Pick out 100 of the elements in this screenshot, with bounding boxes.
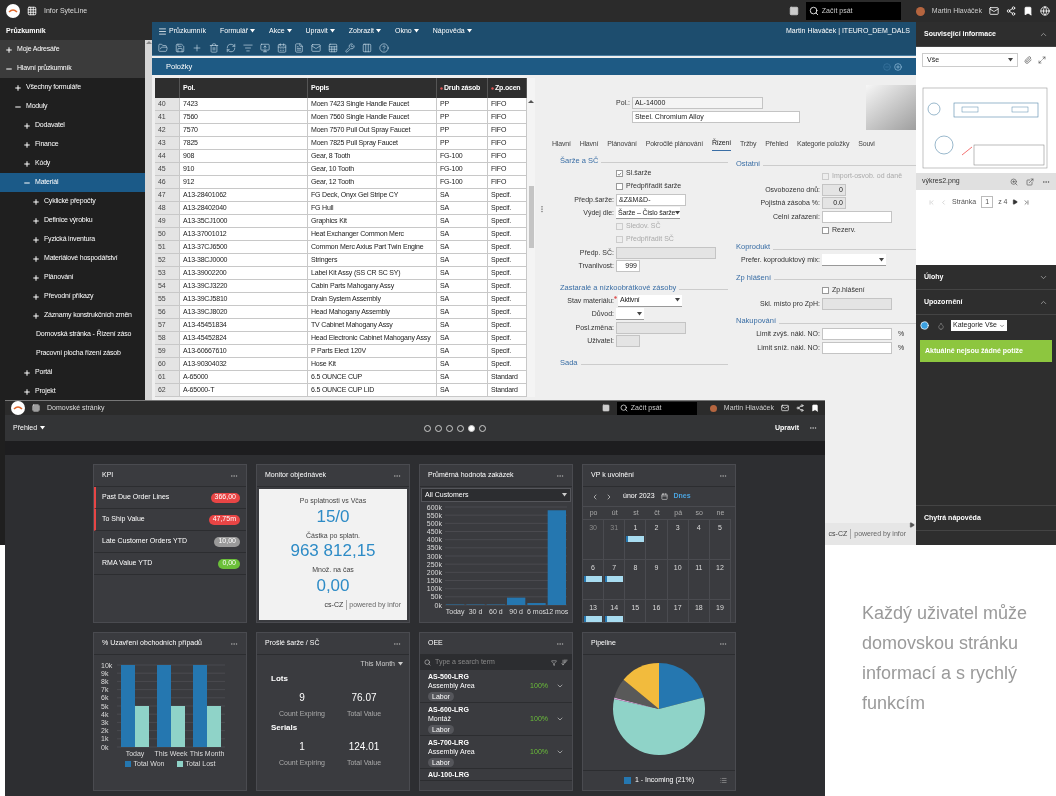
- plus-icon[interactable]: [32, 235, 40, 244]
- plus-icon[interactable]: [23, 387, 31, 396]
- legend-swatch: [124, 761, 131, 768]
- monitor-icon[interactable]: [260, 42, 270, 53]
- refresh-icon[interactable]: [226, 42, 236, 53]
- plus-icon[interactable]: [32, 216, 40, 225]
- bookmark-icon[interactable]: [1023, 6, 1033, 16]
- caret-icon: [466, 29, 472, 33]
- globe-icon[interactable]: [1040, 6, 1050, 16]
- caret-icon: [413, 29, 419, 33]
- event-bar[interactable]: [584, 575, 603, 582]
- columns-icon[interactable]: [362, 42, 372, 53]
- search-icon: [424, 659, 431, 666]
- logo-icon: [6, 4, 20, 18]
- external-link-icon[interactable]: [1026, 177, 1034, 186]
- stop-icon[interactable]: [601, 404, 610, 412]
- stat-value: 124.01: [348, 740, 380, 754]
- event-bar[interactable]: [626, 535, 645, 542]
- apps-grid-icon[interactable]: [32, 404, 40, 412]
- text-field[interactable]: [822, 341, 892, 354]
- event-bar[interactable]: [605, 575, 624, 582]
- zoom-icon[interactable]: [1010, 177, 1018, 186]
- caret-icon: [398, 662, 403, 667]
- plus-icon[interactable]: [32, 311, 40, 320]
- chevron-down-icon: [999, 322, 1005, 329]
- caret-icon: [329, 29, 335, 33]
- menu-icon: [158, 26, 167, 36]
- splitter-handle-icon[interactable]: [538, 205, 546, 213]
- required-mark-icon: [440, 86, 443, 90]
- checkbox[interactable]: [822, 287, 829, 294]
- next-month-icon[interactable]: [605, 492, 613, 501]
- help-icon[interactable]: [379, 42, 389, 53]
- search-icon: [619, 404, 628, 412]
- text-field[interactable]: [822, 210, 892, 223]
- caret-icon: [675, 210, 681, 215]
- sort-icon[interactable]: [561, 659, 568, 666]
- trash-icon[interactable]: [209, 42, 219, 53]
- caret-icon: [675, 298, 680, 303]
- folder-icon[interactable]: [158, 42, 168, 53]
- dropdown[interactable]: [822, 254, 886, 267]
- drop-icon[interactable]: [937, 321, 945, 330]
- legend-swatch: [176, 761, 183, 768]
- stat-value: 1: [299, 740, 305, 754]
- plus-icon[interactable]: [32, 292, 40, 301]
- clock-icon[interactable]: [920, 321, 929, 330]
- plus-icon[interactable]: [5, 45, 13, 54]
- checkbox[interactable]: [616, 183, 623, 190]
- filter-icon[interactable]: [551, 659, 557, 666]
- stop-icon[interactable]: [788, 6, 799, 16]
- chevron-down-icon[interactable]: [556, 715, 564, 723]
- expand-icon[interactable]: [909, 522, 915, 528]
- calendar-icon[interactable]: [660, 493, 668, 500]
- checkbox[interactable]: [616, 170, 623, 177]
- paperclip-icon[interactable]: [1024, 56, 1032, 64]
- text-field[interactable]: [822, 328, 892, 341]
- apps-grid-icon[interactable]: [27, 6, 37, 16]
- plus-icon[interactable]: [32, 254, 40, 263]
- list-icon[interactable]: [720, 777, 727, 784]
- checkbox[interactable]: [822, 226, 829, 234]
- caret-icon: [1008, 58, 1013, 62]
- last-page-icon[interactable]: [1023, 198, 1031, 206]
- plus-icon[interactable]: [14, 83, 22, 92]
- logo-icon: [11, 401, 25, 415]
- caret-icon: [286, 29, 292, 33]
- plus-icon[interactable]: [23, 368, 31, 377]
- save-icon[interactable]: [175, 42, 185, 53]
- next-page-icon[interactable]: [1012, 199, 1019, 205]
- event-bar[interactable]: [584, 615, 603, 622]
- filter-icon[interactable]: [243, 42, 253, 53]
- metric-value: 15/0: [316, 506, 350, 527]
- wrench-icon[interactable]: [345, 42, 355, 53]
- calendar-icon[interactable]: [277, 42, 287, 53]
- caret-icon: [376, 29, 382, 33]
- spreadsheet-icon[interactable]: [328, 42, 338, 53]
- share-icon[interactable]: [796, 404, 804, 412]
- required-mark-icon: [491, 86, 494, 90]
- group-title: Lots: [271, 672, 289, 685]
- plus-icon[interactable]: [32, 197, 40, 206]
- share-icon[interactable]: [1006, 6, 1016, 16]
- avatar: [709, 404, 717, 412]
- plus-icon[interactable]: [23, 159, 31, 168]
- caret-icon: [250, 29, 255, 33]
- add-icon[interactable]: [894, 62, 902, 71]
- previous-month-icon[interactable]: [591, 492, 599, 501]
- plus-icon[interactable]: [32, 273, 40, 282]
- caret-icon: [879, 257, 884, 262]
- expand-icon[interactable]: [1038, 56, 1046, 64]
- dropdown[interactable]: [616, 308, 644, 321]
- chevron-down-icon[interactable]: [556, 682, 564, 690]
- caret-icon: [40, 426, 46, 430]
- document-icon[interactable]: [294, 42, 304, 53]
- event-bar[interactable]: [605, 615, 624, 622]
- plus-icon[interactable]: [23, 121, 31, 130]
- more-icon[interactable]: [809, 424, 817, 432]
- metric-value: 0,00: [316, 575, 350, 596]
- caret-icon: [562, 493, 567, 497]
- chevron-down-icon[interactable]: [556, 748, 564, 756]
- bookmark-icon[interactable]: [811, 404, 819, 412]
- stat-value: 76.07: [351, 690, 377, 705]
- plus-icon[interactable]: [23, 140, 31, 149]
